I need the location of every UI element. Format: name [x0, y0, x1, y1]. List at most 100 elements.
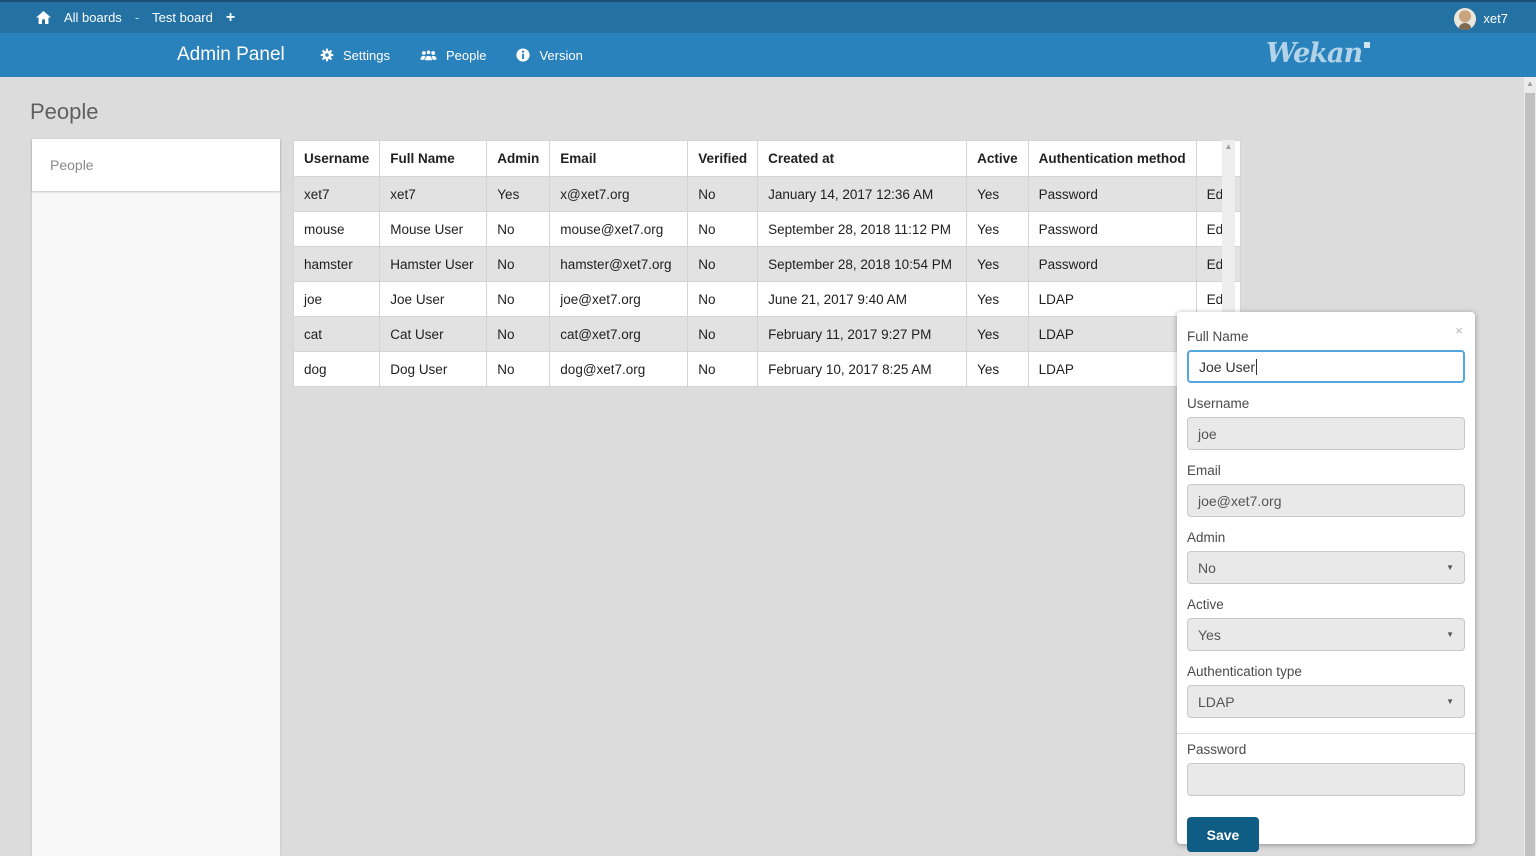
full-name-input[interactable]: Joe User: [1187, 350, 1465, 383]
cell-created-at: June 21, 2017 9:40 AM: [758, 282, 967, 317]
cell-admin: No: [487, 282, 550, 317]
cell-active: Yes: [967, 247, 1029, 282]
full-name-value: Joe User: [1199, 359, 1255, 375]
username-label: Username: [1187, 396, 1465, 411]
top-bar: All boards - Test board + xet7: [0, 0, 1536, 33]
cell-active: Yes: [967, 282, 1029, 317]
chevron-down-icon: ▼: [1446, 563, 1454, 572]
chevron-down-icon: ▼: [1446, 697, 1454, 706]
nav-settings[interactable]: Settings: [320, 48, 390, 63]
user-menu[interactable]: xet7: [1454, 2, 1508, 35]
nav-settings-label: Settings: [343, 48, 390, 63]
users-table-container: Username Full Name Admin Email Verified …: [293, 140, 1241, 387]
cell-full-name: xet7: [380, 177, 487, 212]
cell-full-name: Cat User: [380, 317, 487, 352]
cell-full-name: Dog User: [380, 352, 487, 387]
auth-type-value: LDAP: [1198, 694, 1235, 710]
cell-email: x@xet7.org: [550, 177, 688, 212]
cell-created-at: February 10, 2017 8:25 AM: [758, 352, 967, 387]
table-row: hamster Hamster User No hamster@xet7.org…: [294, 247, 1241, 282]
edit-user-popup: × Full Name Joe User Username joe Email …: [1177, 312, 1475, 844]
cell-full-name: Joe User: [380, 282, 487, 317]
cell-created-at: September 28, 2018 11:12 PM: [758, 212, 967, 247]
auth-type-label: Authentication type: [1187, 664, 1465, 679]
people-icon: [420, 49, 437, 62]
cell-auth-method: LDAP: [1028, 352, 1196, 387]
board-name-link[interactable]: Test board: [152, 10, 213, 25]
add-board-button[interactable]: +: [226, 10, 235, 26]
users-table: Username Full Name Admin Email Verified …: [293, 140, 1241, 387]
cell-admin: No: [487, 317, 550, 352]
col-admin: Admin: [487, 141, 550, 177]
table-row: cat Cat User No cat@xet7.org No February…: [294, 317, 1241, 352]
wekan-logo: Wekan: [1266, 38, 1370, 69]
admin-value: No: [1198, 560, 1216, 576]
col-full-name: Full Name: [380, 141, 487, 177]
cell-username: cat: [294, 317, 380, 352]
home-icon[interactable]: [36, 11, 51, 24]
cell-email: hamster@xet7.org: [550, 247, 688, 282]
breadcrumb: All boards - Test board +: [0, 10, 235, 26]
cell-full-name: Mouse User: [380, 212, 487, 247]
cell-username: hamster: [294, 247, 380, 282]
cell-auth-method: LDAP: [1028, 282, 1196, 317]
full-name-label: Full Name: [1187, 329, 1465, 344]
scroll-up-icon[interactable]: ▲: [1222, 140, 1235, 154]
active-label: Active: [1187, 597, 1465, 612]
cell-admin: No: [487, 247, 550, 282]
cell-auth-method: Password: [1028, 177, 1196, 212]
password-input[interactable]: [1187, 763, 1465, 796]
admin-header: Admin Panel Settings: [0, 33, 1536, 77]
password-label: Password: [1187, 742, 1465, 757]
email-input[interactable]: joe@xet7.org: [1187, 484, 1465, 517]
cell-active: Yes: [967, 352, 1029, 387]
email-label: Email: [1187, 463, 1465, 478]
cell-full-name: Hamster User: [380, 247, 487, 282]
auth-type-select[interactable]: LDAP ▼: [1187, 685, 1465, 718]
cell-created-at: January 14, 2017 12:36 AM: [758, 177, 967, 212]
sidebar-item-people[interactable]: People: [32, 139, 280, 191]
cell-email: mouse@xet7.org: [550, 212, 688, 247]
admin-select[interactable]: No ▼: [1187, 551, 1465, 584]
table-row: mouse Mouse User No mouse@xet7.org No Se…: [294, 212, 1241, 247]
table-row: dog Dog User No dog@xet7.org No February…: [294, 352, 1241, 387]
col-verified: Verified: [688, 141, 758, 177]
nav-people[interactable]: People: [420, 48, 486, 63]
divider: [1177, 733, 1475, 734]
scroll-up-icon[interactable]: ▲: [1524, 77, 1536, 91]
cell-email: dog@xet7.org: [550, 352, 688, 387]
col-created-at: Created at: [758, 141, 967, 177]
col-username: Username: [294, 141, 380, 177]
avatar[interactable]: [1454, 8, 1476, 30]
page-scrollbar[interactable]: ▲: [1524, 77, 1536, 856]
admin-nav: Settings People: [320, 33, 583, 77]
cell-created-at: September 28, 2018 10:54 PM: [758, 247, 967, 282]
close-icon[interactable]: ×: [1455, 324, 1463, 337]
all-boards-link[interactable]: All boards: [64, 10, 122, 25]
cell-auth-method: Password: [1028, 247, 1196, 282]
cell-verified: No: [688, 282, 758, 317]
cell-admin: No: [487, 212, 550, 247]
cell-verified: No: [688, 247, 758, 282]
cell-verified: No: [688, 352, 758, 387]
table-row: joe Joe User No joe@xet7.org No June 21,…: [294, 282, 1241, 317]
username-input[interactable]: joe: [1187, 417, 1465, 450]
admin-label: Admin: [1187, 530, 1465, 545]
save-button[interactable]: Save: [1187, 817, 1259, 852]
nav-people-label: People: [446, 48, 486, 63]
cell-auth-method: Password: [1028, 212, 1196, 247]
nav-version[interactable]: Version: [516, 48, 582, 63]
cell-email: cat@xet7.org: [550, 317, 688, 352]
active-select[interactable]: Yes ▼: [1187, 618, 1465, 651]
cell-username: mouse: [294, 212, 380, 247]
cell-username: joe: [294, 282, 380, 317]
nav-version-label: Version: [539, 48, 582, 63]
email-value: joe@xet7.org: [1198, 493, 1281, 509]
scrollbar-thumb[interactable]: [1525, 93, 1535, 856]
cell-active: Yes: [967, 212, 1029, 247]
active-value: Yes: [1198, 627, 1221, 643]
sidebar-item-label: People: [50, 157, 94, 173]
gear-icon: [320, 48, 334, 62]
chevron-down-icon: ▼: [1446, 630, 1454, 639]
cell-username: dog: [294, 352, 380, 387]
